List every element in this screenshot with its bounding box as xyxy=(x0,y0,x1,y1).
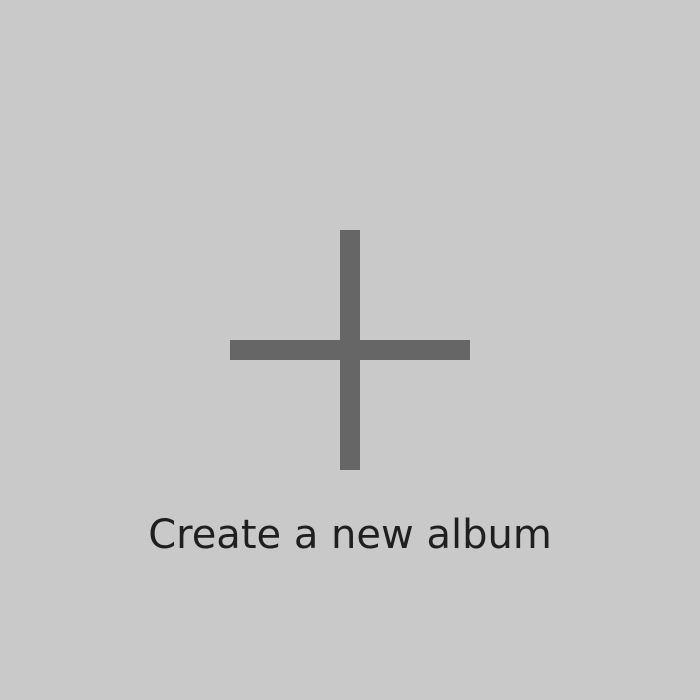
plus-icon-horizontal-bar xyxy=(230,340,470,360)
create-album-button[interactable]: Create a new album xyxy=(0,0,700,700)
create-album-label: Create a new album xyxy=(148,512,552,558)
plus-icon xyxy=(230,230,470,470)
